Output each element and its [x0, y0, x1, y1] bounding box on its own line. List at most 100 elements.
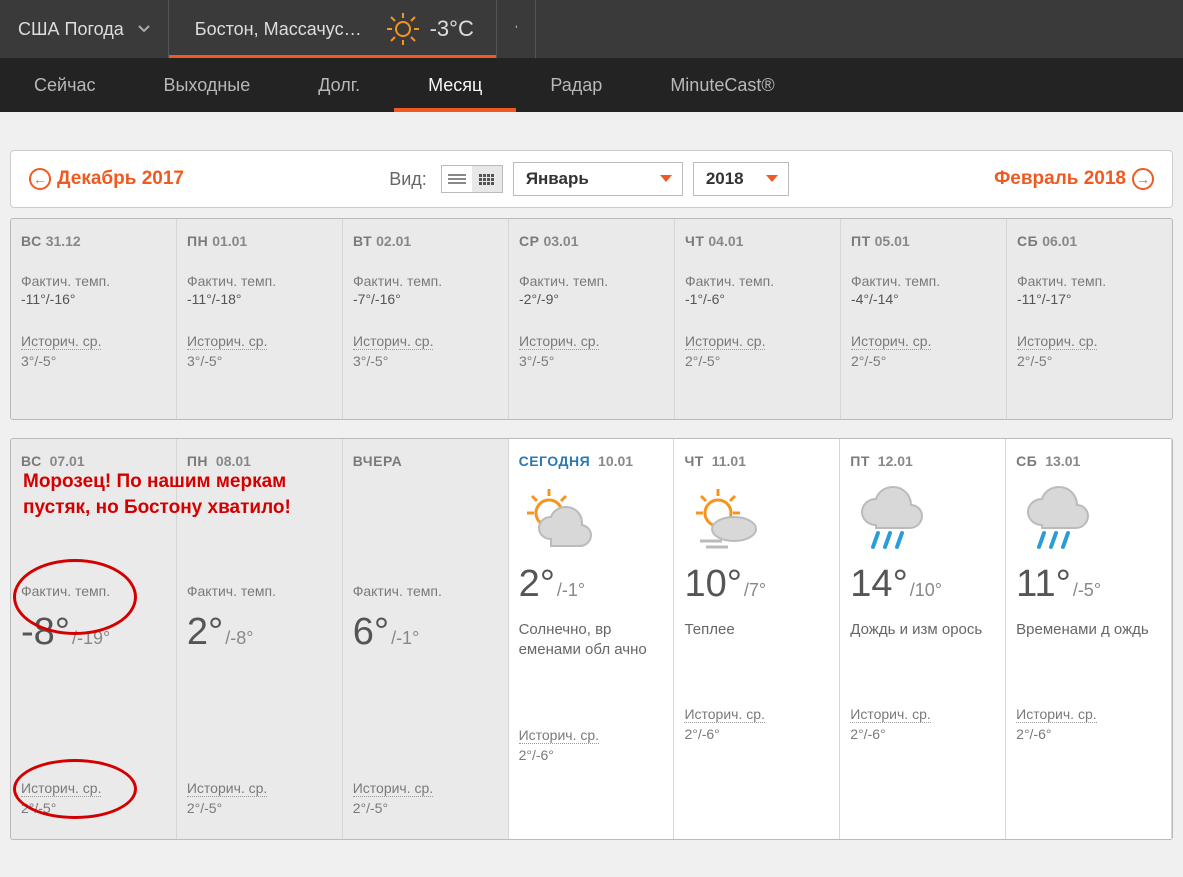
location-label: Бостон, Массачус… — [195, 19, 362, 40]
weather-icon — [1016, 477, 1161, 563]
user-annotation-circle — [13, 559, 137, 635]
historic-label[interactable]: Историч. ср. — [353, 333, 433, 350]
day-label: ВЧЕРА — [353, 453, 402, 469]
conditions-text: Временами д ождь — [1016, 620, 1161, 640]
prev-month-link[interactable]: ← Декабрь 2017 — [29, 168, 184, 190]
nav-tab-1[interactable]: Выходные — [129, 58, 284, 112]
day-of-week: ВС — [21, 453, 42, 469]
actual-temps: -11°/-16° — [21, 291, 166, 307]
historic-label[interactable]: Историч. ср. — [1017, 333, 1097, 350]
nav-bar: СейчасВыходныеДолг.МесяцРадарMinuteCast® — [0, 58, 1183, 112]
hi-temp: 14° — [850, 563, 907, 606]
day-date: 12.01 — [874, 453, 913, 469]
weather-icon — [684, 477, 829, 563]
day-cell[interactable]: ПТ05.01 Фактич. темп. -4°/-14° Историч. … — [841, 219, 1007, 419]
actual-label: Фактич. темп. — [21, 273, 166, 289]
nav-tab-3[interactable]: Месяц — [394, 58, 516, 112]
day-date: 02.01 — [376, 233, 411, 249]
month-value: Январь — [526, 169, 589, 189]
historic-label[interactable]: Историч. ср. — [187, 780, 267, 797]
expand-button[interactable] — [496, 0, 536, 58]
day-cell[interactable]: ВЧЕРАФактич. темп.6°/-1°Историч. ср.2°/-… — [343, 439, 509, 839]
hi-temp: 10° — [684, 563, 741, 606]
location-selector[interactable]: Бостон, Массачус… — [169, 0, 376, 58]
historic-temps: 3°/-5° — [187, 353, 332, 369]
day-of-week: ПН — [187, 453, 208, 469]
sun-icon — [386, 12, 420, 46]
month-select[interactable]: Январь — [513, 162, 683, 196]
year-select[interactable]: 2018 — [693, 162, 789, 196]
day-cell[interactable]: ВТ02.01 Фактич. темп. -7°/-16° Историч. … — [343, 219, 509, 419]
historic-temps: 2°/-5° — [851, 353, 996, 369]
hi-temp: 2° — [519, 563, 555, 606]
day-of-week: ПН — [187, 233, 208, 249]
day-cell[interactable]: ВС31.12 Фактич. темп. -11°/-16° Историч.… — [11, 219, 177, 419]
top-bar: США Погода Бостон, Массачус… -3°C — [0, 0, 1183, 58]
lo-temp: /-5° — [1073, 580, 1101, 600]
view-toggle — [441, 165, 503, 193]
day-cell[interactable]: ЧТ04.01 Фактич. темп. -1°/-6° Историч. с… — [675, 219, 841, 419]
chevron-down-icon — [138, 25, 150, 33]
actual-temps: -2°/-9° — [519, 291, 664, 307]
user-annotation-text: Морозец! По нашим меркампустяк, но Босто… — [23, 469, 291, 520]
historic-label[interactable]: Историч. ср. — [684, 706, 764, 723]
historic-temps: 2°/-5° — [1017, 353, 1162, 369]
historic-temps: 2°/-5° — [353, 800, 498, 816]
country-selector[interactable]: США Погода — [0, 0, 169, 58]
lo-temp: /-1° — [557, 580, 585, 600]
historic-label[interactable]: Историч. ср. — [353, 780, 433, 797]
day-date: 31.12 — [46, 233, 81, 249]
historic-label[interactable]: Историч. ср. — [685, 333, 765, 350]
day-of-week: ВТ — [353, 233, 372, 249]
historic-temps: 2°/-6° — [684, 726, 829, 742]
lo-temp: /-1° — [391, 628, 419, 648]
day-date: 13.01 — [1041, 453, 1080, 469]
actual-label: Фактич. темп. — [685, 273, 830, 289]
day-cell[interactable]: СБ 13.0111°/-5°Временами д ождьИсторич. … — [1006, 439, 1172, 839]
day-cell[interactable]: ПТ 12.0114°/10°Дождь и изм оросьИсторич.… — [840, 439, 1006, 839]
historic-label[interactable]: Историч. ср. — [1016, 706, 1096, 723]
chevron-down-icon — [660, 175, 672, 183]
historic-label[interactable]: Историч. ср. — [187, 333, 267, 350]
view-grid-button[interactable] — [472, 166, 502, 192]
conditions-text: Солнечно, вр еменами обл ачно — [519, 620, 664, 661]
actual-temps: -11°/-18° — [187, 291, 332, 307]
day-cell[interactable]: ЧТ 11.0110°/7°ТеплееИсторич. ср.2°/-6° — [674, 439, 840, 839]
day-cell[interactable]: СР03.01 Фактич. темп. -2°/-9° Историч. с… — [509, 219, 675, 419]
current-conditions[interactable]: -3°C — [376, 0, 496, 58]
day-date: 04.01 — [708, 233, 743, 249]
historic-label[interactable]: Историч. ср. — [519, 727, 599, 744]
day-of-week: ЧТ — [685, 233, 704, 249]
next-month-link[interactable]: Февраль 2018 → — [994, 168, 1154, 190]
hi-temp: 11° — [1016, 563, 1071, 606]
historic-temps: 2°/-6° — [850, 726, 995, 742]
day-cell[interactable]: СЕГОДНЯ 10.012°/-1°Солнечно, вр еменами … — [509, 439, 675, 839]
day-of-week: ПТ — [850, 453, 870, 469]
day-date: 11.01 — [708, 453, 746, 469]
chevron-down-icon — [766, 175, 778, 183]
nav-tab-5[interactable]: MinuteCast® — [636, 58, 808, 112]
nav-tab-2[interactable]: Долг. — [284, 58, 394, 112]
year-value: 2018 — [706, 169, 744, 189]
historic-label[interactable]: Историч. ср. — [519, 333, 599, 350]
week-row: ВС 07.01Фактич. темп.-8°/-19°Историч. ср… — [10, 438, 1173, 840]
view-list-button[interactable] — [442, 166, 472, 192]
nav-tab-0[interactable]: Сейчас — [0, 58, 129, 112]
conditions-text: Дождь и изм орось — [850, 620, 995, 640]
day-of-week: ЧТ — [684, 453, 703, 469]
historic-label[interactable]: Историч. ср. — [21, 333, 101, 350]
historic-label[interactable]: Историч. ср. — [850, 706, 930, 723]
actual-label: Фактич. темп. — [1017, 273, 1162, 289]
day-cell[interactable]: СБ06.01 Фактич. темп. -11°/-17° Историч.… — [1007, 219, 1172, 419]
day-cell[interactable]: ПН01.01 Фактич. темп. -11°/-18° Историч.… — [177, 219, 343, 419]
week-row: ВС31.12 Фактич. темп. -11°/-16° Историч.… — [10, 218, 1173, 420]
day-of-week: СБ — [1017, 233, 1038, 249]
nav-tab-4[interactable]: Радар — [516, 58, 636, 112]
actual-label: Фактич. темп. — [353, 583, 498, 599]
historic-label[interactable]: Историч. ср. — [851, 333, 931, 350]
historic-temps: 2°/-6° — [519, 747, 664, 763]
day-date: 03.01 — [543, 233, 578, 249]
lo-temp: /-8° — [225, 628, 253, 648]
historic-temps: 3°/-5° — [21, 353, 166, 369]
day-date: 07.01 — [46, 453, 85, 469]
